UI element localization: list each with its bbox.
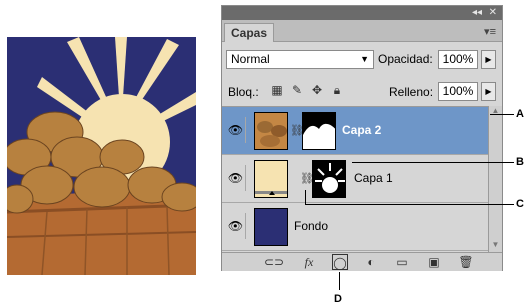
- callout-line-c-vertical: [305, 190, 306, 205]
- lock-transparency-icon[interactable]: ▦: [270, 83, 284, 97]
- scroll-up-icon[interactable]: ▲: [489, 106, 502, 118]
- opacity-label: Opacidad:: [378, 52, 433, 66]
- eye-icon[interactable]: 👁︎: [226, 213, 246, 239]
- callout-line-a: [490, 114, 514, 115]
- layer-name: Capa 1: [354, 171, 393, 185]
- lock-label: Bloq.:: [228, 85, 259, 99]
- layer-name: Fondo: [294, 219, 329, 233]
- fill-slider-button[interactable]: ▶: [481, 82, 496, 101]
- photo-illustration: [7, 37, 196, 275]
- callout-a: A: [516, 108, 524, 120]
- layers-scrollbar[interactable]: ▲ ▼: [488, 106, 502, 252]
- layer-thumbnail: [254, 112, 288, 150]
- fill-input[interactable]: 100%: [438, 82, 478, 101]
- layers-list: 👁︎ ⛓︎ Capa 2 👁︎ ⛓︎ Capa 1 👁︎ Fondo: [222, 106, 488, 252]
- blend-mode-value: Normal: [231, 52, 270, 66]
- layer-thumbnail: [254, 160, 288, 198]
- layer-row-capa-2[interactable]: 👁︎ ⛓︎ Capa 2: [222, 107, 488, 155]
- callout-line-d: [339, 272, 340, 290]
- fx-button[interactable]: fx: [300, 254, 318, 270]
- chevron-down-icon: ▼: [360, 54, 369, 64]
- collapse-icon[interactable]: ◂◂: [472, 6, 482, 20]
- fill-label: Relleno:: [389, 85, 434, 99]
- panel-title-bar: ◂◂ ✕: [222, 6, 502, 20]
- link-layers-icon[interactable]: ⊂⊃: [264, 254, 284, 270]
- layers-bottom-toolbar: ⊂⊃ fx ◯ ◐ ▭ ▣ 🗑︎: [222, 252, 502, 271]
- layer-thumbnail: [254, 208, 288, 246]
- link-icon[interactable]: ⛓︎: [300, 172, 314, 186]
- callout-b: B: [516, 156, 524, 168]
- scroll-down-icon[interactable]: ▼: [489, 240, 502, 252]
- panel-tab-row: Capas ▾≡: [222, 20, 502, 42]
- eye-icon[interactable]: 👁︎: [226, 117, 246, 143]
- adjustment-layer-icon[interactable]: ◐: [362, 254, 380, 270]
- composite-photo: [7, 37, 196, 275]
- trash-icon[interactable]: 🗑︎: [458, 254, 474, 270]
- callout-c: C: [516, 198, 524, 210]
- new-layer-icon[interactable]: ▣: [426, 254, 442, 270]
- opacity-input[interactable]: 100%: [438, 50, 478, 69]
- lock-position-icon[interactable]: ✥: [310, 83, 324, 97]
- layer-mask-thumbnail[interactable]: [302, 112, 336, 150]
- blend-mode-select[interactable]: Normal ▼: [226, 50, 374, 69]
- layer-mask-thumbnail[interactable]: [312, 160, 346, 198]
- layers-panel: ◂◂ ✕ Capas ▾≡ Normal ▼ Opacidad: 100% ▶ …: [221, 5, 503, 271]
- panel-menu-icon[interactable]: ▾≡: [484, 25, 496, 38]
- layer-row-fondo[interactable]: 👁︎ Fondo: [222, 203, 488, 251]
- lock-all-icon[interactable]: 🔒︎: [330, 83, 344, 97]
- add-mask-icon[interactable]: ◯: [332, 254, 348, 270]
- opacity-slider-button[interactable]: ▶: [481, 50, 496, 69]
- link-icon[interactable]: ⛓︎: [290, 124, 304, 138]
- callout-line-c: [305, 204, 514, 205]
- tab-capas[interactable]: Capas: [224, 23, 275, 42]
- lock-pixels-icon[interactable]: ✎: [290, 83, 304, 97]
- eye-icon[interactable]: 👁︎: [226, 165, 246, 191]
- layer-name: Capa 2: [342, 123, 382, 137]
- close-icon[interactable]: ✕: [489, 6, 497, 20]
- callout-d: D: [334, 293, 342, 305]
- folder-icon[interactable]: ▭: [394, 254, 410, 270]
- callout-line-b: [352, 162, 514, 163]
